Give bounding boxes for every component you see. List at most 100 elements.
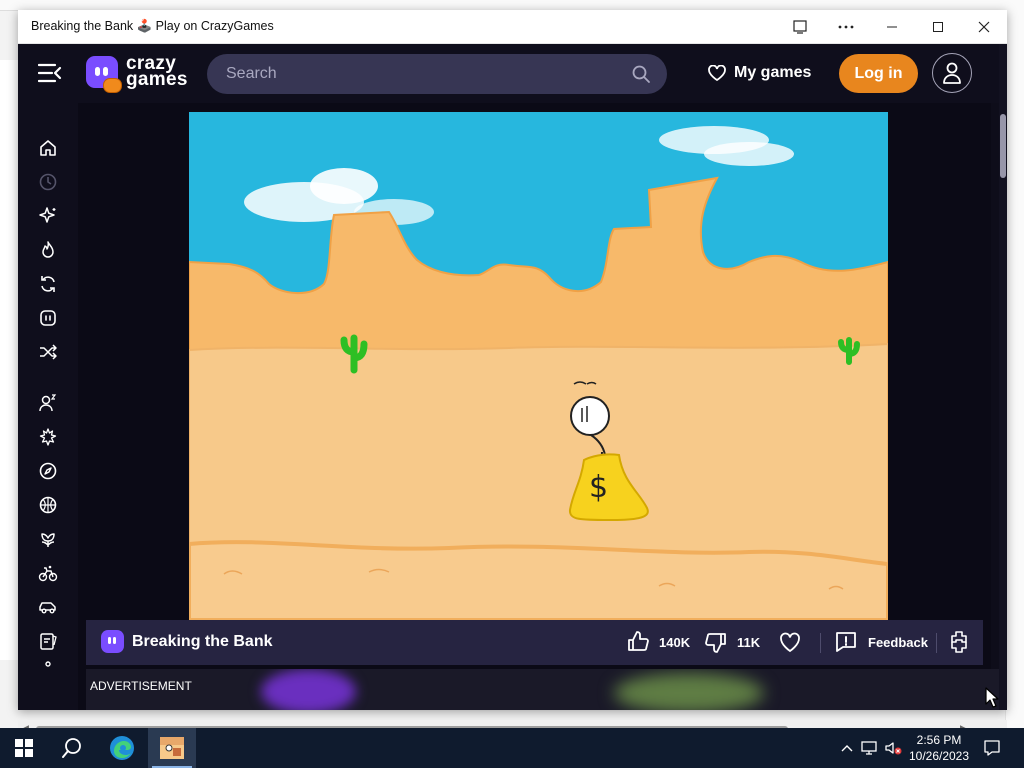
cast-icon[interactable] <box>777 10 823 43</box>
pumpkin-icon <box>103 78 122 93</box>
explosion-icon <box>39 428 57 446</box>
thumbs-up-icon <box>628 631 649 651</box>
maximize-button[interactable] <box>915 10 961 43</box>
notifications-button[interactable] <box>980 728 1004 768</box>
background-right-pane <box>1005 10 1024 728</box>
game-canvas[interactable]: $ <box>189 112 888 620</box>
game-info-bar: Breaking the Bank 140K 11K Feedback <box>86 620 983 665</box>
fire-icon <box>42 241 54 258</box>
sidebar-item-casual[interactable] <box>37 528 59 550</box>
advertisement-area[interactable]: ADVERTISEMENT <box>86 669 999 710</box>
chevron-up-icon <box>841 745 853 752</box>
site-header: crazy games My games Log in <box>18 44 999 103</box>
crazygames-mascot-icon <box>40 310 56 326</box>
sand-ridge <box>189 540 888 620</box>
sidebar-item-action[interactable] <box>37 426 59 448</box>
window-title: Breaking the Bank 🕹️ Play on CrazyGames <box>31 19 274 33</box>
fullscreen-icon <box>951 631 967 653</box>
taskbar: 2:56 PM 10/26/2023 <box>0 728 1024 768</box>
sidebar-item-basketball[interactable] <box>37 494 59 516</box>
clock-time: 2:56 PM <box>916 733 962 747</box>
game-app-icon <box>160 737 184 759</box>
volume-muted-icon <box>885 742 902 755</box>
basketball-icon <box>39 496 57 514</box>
dislike-button[interactable]: 11K <box>704 630 760 654</box>
network-icon <box>861 741 877 755</box>
compass-icon <box>39 462 57 480</box>
search-icon <box>62 738 81 758</box>
like-button[interactable]: 140K <box>626 630 690 654</box>
bike-icon <box>38 565 58 582</box>
sidebar-item-sports[interactable] <box>37 562 59 584</box>
taskbar-game-app-button[interactable] <box>148 728 196 768</box>
car-icon <box>39 602 56 614</box>
vertical-scrollbar-thumb[interactable] <box>1000 114 1006 178</box>
logo-text: crazy games <box>126 54 188 90</box>
sidebar-item-card[interactable] <box>37 630 59 652</box>
mouse-cursor-icon <box>985 687 999 708</box>
clock-date: 10/26/2023 <box>908 749 970 763</box>
close-button[interactable] <box>961 10 1007 43</box>
feedback-icon <box>836 632 856 652</box>
my-games-label: My games <box>734 64 812 81</box>
app-window: Breaking the Bank 🕹️ Play on CrazyGames <box>18 10 1007 737</box>
home-icon <box>40 140 56 156</box>
sidebar-item-adventure[interactable] <box>37 460 59 482</box>
search-input[interactable] <box>224 64 618 84</box>
edge-browser-icon <box>110 736 134 760</box>
sidebar-item-multiplayer[interactable] <box>37 392 59 414</box>
my-games-link[interactable]: My games <box>708 64 811 82</box>
sidebar-item-new[interactable] <box>37 205 59 227</box>
title-bar: Breaking the Bank 🕹️ Play on CrazyGames <box>18 10 1007 44</box>
user-avatar-button[interactable] <box>932 53 972 93</box>
flower-icon <box>41 533 55 547</box>
notification-icon <box>984 740 1000 756</box>
sidebar-item-recent[interactable] <box>37 171 59 193</box>
shuffle-icon <box>40 344 57 360</box>
login-button[interactable]: Log in <box>839 54 918 93</box>
sidebar-item-originals[interactable] <box>37 307 59 329</box>
taskbar-search-button[interactable] <box>48 728 96 768</box>
person-icon <box>45 661 51 667</box>
logo-mascot-icon <box>86 56 122 93</box>
dislike-count: 11K <box>737 634 761 650</box>
search-icon[interactable] <box>631 64 651 84</box>
user-icon <box>943 62 961 84</box>
logo-line-2: games <box>126 69 188 90</box>
dollar-sign: $ <box>589 470 608 505</box>
menu-toggle-icon[interactable] <box>37 62 62 84</box>
divider <box>820 633 821 653</box>
windows-icon <box>15 739 33 757</box>
advertisement-label: ADVERTISEMENT <box>90 679 192 693</box>
vertical-scrollbar[interactable] <box>999 44 1007 710</box>
volume-button[interactable] <box>882 728 904 768</box>
taskbar-edge-button[interactable] <box>98 728 146 768</box>
background-page <box>0 60 19 660</box>
start-button[interactable] <box>0 728 48 768</box>
network-button[interactable] <box>860 728 880 768</box>
game-scene: $ <box>189 112 888 620</box>
sidebar-item-updated[interactable] <box>37 273 59 295</box>
system-clock[interactable]: 2:56 PM 10/26/2023 <box>903 732 975 764</box>
sidebar-item-trending[interactable] <box>37 239 59 261</box>
sidebar-item-home[interactable] <box>37 137 59 159</box>
heart-icon <box>780 632 800 653</box>
sidebar-item-random[interactable] <box>37 341 59 363</box>
sidebar-item-driving[interactable] <box>37 596 59 618</box>
search-bar[interactable] <box>207 54 667 94</box>
fullscreen-button[interactable] <box>947 630 971 659</box>
sidebar-item-more[interactable] <box>37 658 59 680</box>
show-hidden-icons-button[interactable] <box>838 728 856 768</box>
favorite-button[interactable] <box>778 630 802 659</box>
more-options-icon[interactable] <box>823 10 869 43</box>
multiplayer-icon <box>39 394 57 412</box>
clock-icon <box>39 173 57 191</box>
sidebar-nav <box>18 103 78 710</box>
feedback-button[interactable]: Feedback <box>834 630 928 654</box>
thumbs-down-icon <box>705 633 726 653</box>
heart-icon <box>708 65 726 81</box>
card-icon <box>40 633 57 650</box>
ad-image <box>614 673 764 710</box>
crazygames-logo[interactable]: crazy games <box>86 54 188 93</box>
minimize-button[interactable] <box>869 10 915 43</box>
